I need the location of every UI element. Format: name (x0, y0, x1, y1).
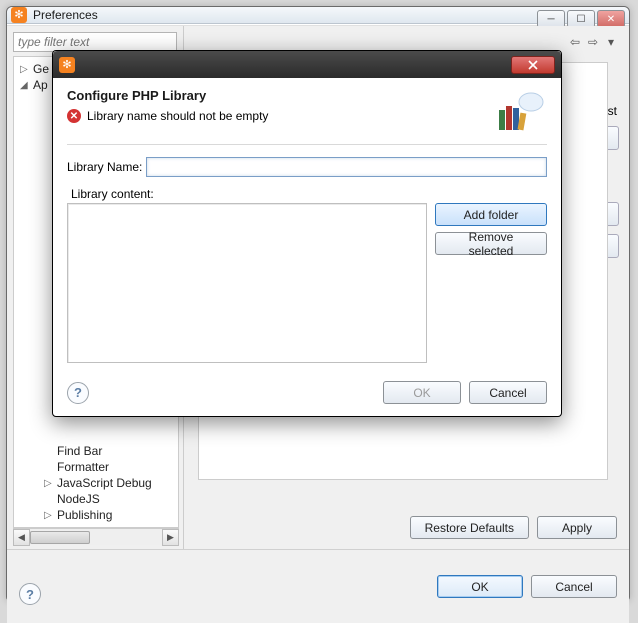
preferences-bottom-bar: ? OK Cancel (7, 549, 629, 623)
remove-selected-button[interactable]: Remove selected (435, 232, 547, 255)
preferences-titlebar[interactable]: Preferences ─ ☐ ✕ (7, 7, 629, 24)
filter-input[interactable] (13, 32, 177, 52)
ok-button[interactable]: OK (437, 575, 523, 598)
dialog-close-button[interactable] (511, 56, 555, 74)
apply-button[interactable]: Apply (537, 516, 617, 539)
tree-label: Formatter (57, 460, 109, 474)
tree-label: Publishing (57, 508, 112, 522)
dialog-cancel-button[interactable]: Cancel (469, 381, 547, 404)
tree-label: Find Bar (57, 444, 102, 458)
scroll-right-icon[interactable]: ▶ (162, 529, 179, 546)
nav-toolbar: ⇦ ⇨ ▾ (567, 34, 619, 50)
menu-chevron-icon[interactable]: ▾ (603, 34, 619, 50)
dialog-header: Configure PHP Library ✕ Library name sho… (67, 88, 547, 145)
configure-library-dialog: Configure PHP Library ✕ Library name sho… (52, 50, 562, 417)
tree-label: JavaScript Debug (57, 476, 152, 490)
tree-item-publishing[interactable]: ▷Publishing (14, 507, 178, 523)
dialog-title: Configure PHP Library (67, 88, 491, 103)
tree-label: Ap (33, 78, 48, 92)
cancel-button[interactable]: Cancel (531, 575, 617, 598)
tree-label: NodeJS (57, 492, 100, 506)
help-icon[interactable]: ? (19, 583, 41, 605)
gear-icon (11, 7, 27, 23)
tree-item-nodejs[interactable]: NodeJS (14, 491, 178, 507)
tree-item-find-bar[interactable]: Find Bar (14, 443, 178, 459)
library-name-input[interactable] (146, 157, 547, 177)
library-content-list[interactable] (67, 203, 427, 363)
restore-defaults-button[interactable]: Restore Defaults (410, 516, 529, 539)
library-content-label: Library content: (67, 187, 547, 201)
error-message: Library name should not be empty (87, 109, 268, 123)
peek-label-st: st (608, 104, 617, 118)
back-icon[interactable]: ⇦ (567, 34, 583, 50)
tree-label: Ge (33, 62, 49, 76)
add-folder-button[interactable]: Add folder (435, 203, 547, 226)
scroll-thumb[interactable] (30, 531, 90, 544)
close-icon (527, 60, 539, 70)
library-name-label: Library Name: (67, 160, 142, 174)
tree-horizontal-scrollbar[interactable]: ◀ ▶ (13, 528, 179, 545)
preferences-title: Preferences (33, 8, 98, 22)
tree-item-js-debug[interactable]: ▷JavaScript Debug (14, 475, 178, 491)
scroll-track[interactable] (30, 529, 162, 545)
error-icon: ✕ (67, 109, 81, 123)
library-illustration-icon (491, 88, 547, 136)
help-icon[interactable]: ? (67, 382, 89, 404)
gear-icon (59, 57, 75, 73)
dialog-ok-button[interactable]: OK (383, 381, 461, 404)
dialog-titlebar[interactable] (53, 51, 561, 78)
scroll-left-icon[interactable]: ◀ (13, 529, 30, 546)
forward-icon[interactable]: ⇨ (585, 34, 601, 50)
tree-item-formatter[interactable]: Formatter (14, 459, 178, 475)
